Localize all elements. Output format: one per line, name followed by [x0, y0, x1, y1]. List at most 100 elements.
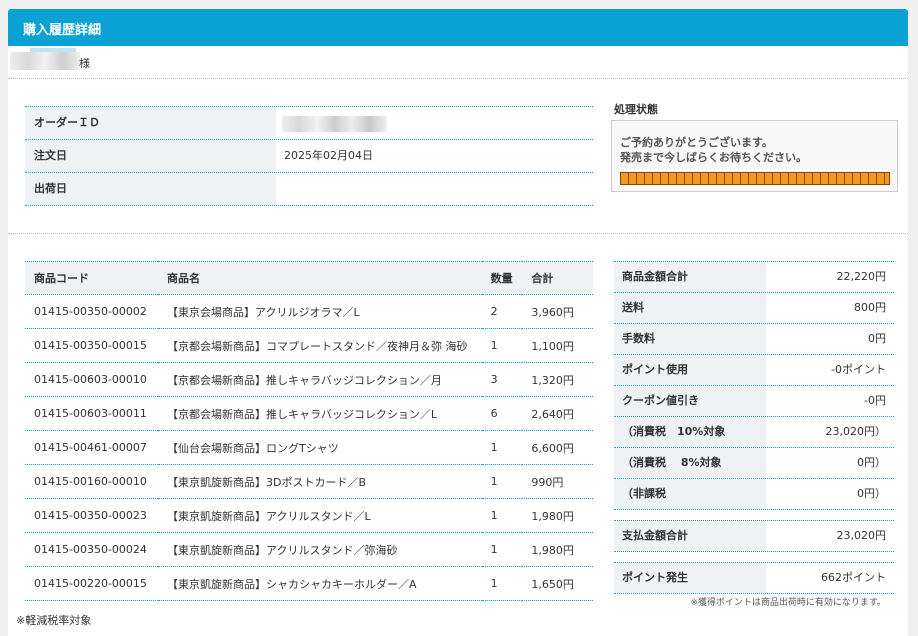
summary-label: （消費税 10%対象 [614, 417, 766, 447]
summary-value: 800円 [854, 301, 886, 314]
summary-value: 0円） [857, 456, 886, 469]
purchase-history-panel: 購入履歴詳細 様 オーダーＩＤ 注文日 2025年02月04日 出荷日 処理状態… [8, 9, 908, 636]
payment-total-label: 支払金額合計 [614, 521, 766, 551]
summary-row: 手数料 0円 [614, 324, 894, 355]
redacted-mark [30, 48, 76, 52]
item-name: 【東京凱旋新商品】アクリルスタンド／弥海砂 [158, 532, 482, 567]
item-name: 【東京会場商品】アクリルジオラマ／L [158, 294, 482, 329]
summary-label: ポイント使用 [614, 355, 766, 385]
summary-row: 商品金額合計 22,220円 [614, 262, 894, 293]
item-qty: 1 [481, 464, 523, 499]
table-row: 01415-00350-00023 【東京凱旋新商品】アクリルスタンド／L 1 … [25, 498, 593, 533]
item-code: 01415-00603-00010 [25, 362, 158, 397]
item-code: 01415-00461-00007 [25, 430, 158, 465]
status-message-line1: ご予約ありがとうございます。 [620, 136, 773, 149]
item-qty: 1 [481, 328, 523, 363]
item-name: 【京都会場新商品】推しキャラバッジコレクション／月 [158, 362, 482, 397]
payment-total-row: 支払金額合計 23,020円 [614, 520, 894, 552]
item-code: 01415-00603-00011 [25, 396, 158, 431]
order-id-label: オーダーＩＤ [25, 107, 276, 139]
ship-date-value [276, 173, 593, 205]
points-earned-value: 662ポイント [821, 571, 886, 584]
header-code: 商品コード [25, 261, 158, 295]
table-row: 01415-00220-00015 【東京凱旋新商品】シャカシャカキーホルダー／… [25, 566, 593, 601]
summary-row: （消費税 8%対象 0円） [614, 448, 894, 479]
item-name: 【京都会場新商品】コマプレートスタンド／夜神月＆弥 海砂 [158, 328, 482, 363]
redacted-order-id [282, 116, 387, 132]
status-message-line2: 発売まで今しばらくお待ちください。 [620, 151, 807, 164]
order-id-value [276, 107, 593, 139]
item-name: 【東京凱旋新商品】アクリルスタンド／L [158, 498, 482, 533]
items-table: 商品コード 商品名 数量 合計 01415-00350-00002 【東京会場商… [25, 261, 593, 601]
username-suffix: 様 [79, 57, 90, 70]
table-row: 01415-00461-00007 【仙台会場新商品】ロングTシャツ 1 6,6… [25, 430, 593, 465]
reduced-tax-footnote: ※軽減税率対象 [16, 614, 92, 627]
summary-value: 23,020円） [825, 425, 887, 438]
item-total: 1,320円 [522, 362, 593, 397]
item-total: 2,640円 [522, 396, 593, 431]
item-total: 1,650円 [522, 566, 593, 601]
payment-total-value: 23,020円 [836, 529, 887, 542]
item-total: 990円 [522, 464, 593, 499]
item-total: 1,980円 [522, 498, 593, 533]
ship-date-label: 出荷日 [25, 173, 276, 205]
summary-table: 商品金額合計 22,220円 送料 800円 手数料 0円 ポイント使用 -0ポ… [614, 261, 894, 594]
item-qty: 6 [481, 396, 523, 431]
summary-label: 商品金額合計 [614, 262, 766, 292]
username-row: 様 [8, 46, 908, 79]
table-row: 01415-00603-00011 【京都会場新商品】推しキャラバッジコレクショ… [25, 396, 593, 431]
item-total: 1,980円 [522, 532, 593, 567]
table-row: 01415-00350-00024 【東京凱旋新商品】アクリルスタンド／弥海砂 … [25, 532, 593, 567]
summary-label: クーポン値引き [614, 386, 766, 416]
summary-value: 22,220円 [836, 270, 887, 283]
item-code: 01415-00350-00002 [25, 294, 158, 329]
status-label: 処理状態 [614, 103, 658, 116]
redacted-username [10, 52, 80, 70]
table-row: 01415-00160-00010 【東京凱旋新商品】3Dポストカード／B 1 … [25, 464, 593, 499]
summary-row: （非課税 0円） [614, 479, 894, 510]
item-total: 6,600円 [522, 430, 593, 465]
item-total: 1,100円 [522, 328, 593, 363]
order-id-row: オーダーＩＤ [25, 107, 593, 140]
item-name: 【京都会場新商品】推しキャラバッジコレクション／L [158, 396, 482, 431]
order-date-row: 注文日 2025年02月04日 [25, 140, 593, 173]
item-qty: 1 [481, 566, 523, 601]
summary-row: 送料 800円 [614, 293, 894, 324]
summary-value: 0円） [857, 487, 886, 500]
item-name: 【東京凱旋新商品】シャカシャカキーホルダー／A [158, 566, 482, 601]
summary-value: -0ポイント [831, 363, 886, 376]
item-name: 【仙台会場新商品】ロングTシャツ [158, 430, 482, 465]
summary-value: -0円 [864, 394, 886, 407]
header-total: 合計 [522, 261, 593, 295]
summary-gap [614, 510, 894, 520]
item-code: 01415-00350-00024 [25, 532, 158, 567]
order-date-value: 2025年02月04日 [284, 149, 373, 162]
order-date-label: 注文日 [25, 140, 276, 172]
table-row: 01415-00350-00002 【東京会場商品】アクリルジオラマ／L 2 3… [25, 294, 593, 329]
table-row: 01415-00350-00015 【京都会場新商品】コマプレートスタンド／夜神… [25, 328, 593, 363]
item-code: 01415-00350-00023 [25, 498, 158, 533]
status-progress-fill [621, 173, 889, 184]
summary-label: 手数料 [614, 324, 766, 354]
summary-row: （消費税 10%対象 23,020円） [614, 417, 894, 448]
page-title: 購入履歴詳細 [23, 23, 102, 38]
item-code: 01415-00160-00010 [25, 464, 158, 499]
summary-label: （消費税 8%対象 [614, 448, 766, 478]
status-progress-bar [620, 172, 890, 185]
table-row: 01415-00603-00010 【京都会場新商品】推しキャラバッジコレクショ… [25, 362, 593, 397]
summary-label: （非課税 [614, 479, 766, 509]
summary-row: ポイント使用 -0ポイント [614, 355, 894, 386]
item-name: 【東京凱旋新商品】3Dポストカード／B [158, 464, 482, 499]
summary-value: 0円 [868, 332, 886, 345]
header-name: 商品名 [158, 261, 482, 295]
points-note: ※獲得ポイントは商品出荷時に有効になります。 [690, 598, 886, 608]
item-qty: 3 [481, 362, 523, 397]
summary-gap [614, 552, 894, 562]
item-qty: 2 [481, 294, 523, 329]
status-box: ご予約ありがとうございます。 発売まで今しばらくお待ちください。 [611, 120, 898, 192]
item-qty: 1 [481, 430, 523, 465]
summary-label: 送料 [614, 293, 766, 323]
ship-date-row: 出荷日 [25, 173, 593, 206]
summary-row: クーポン値引き -0円 [614, 386, 894, 417]
points-earned-row: ポイント発生 662ポイント [614, 562, 894, 594]
